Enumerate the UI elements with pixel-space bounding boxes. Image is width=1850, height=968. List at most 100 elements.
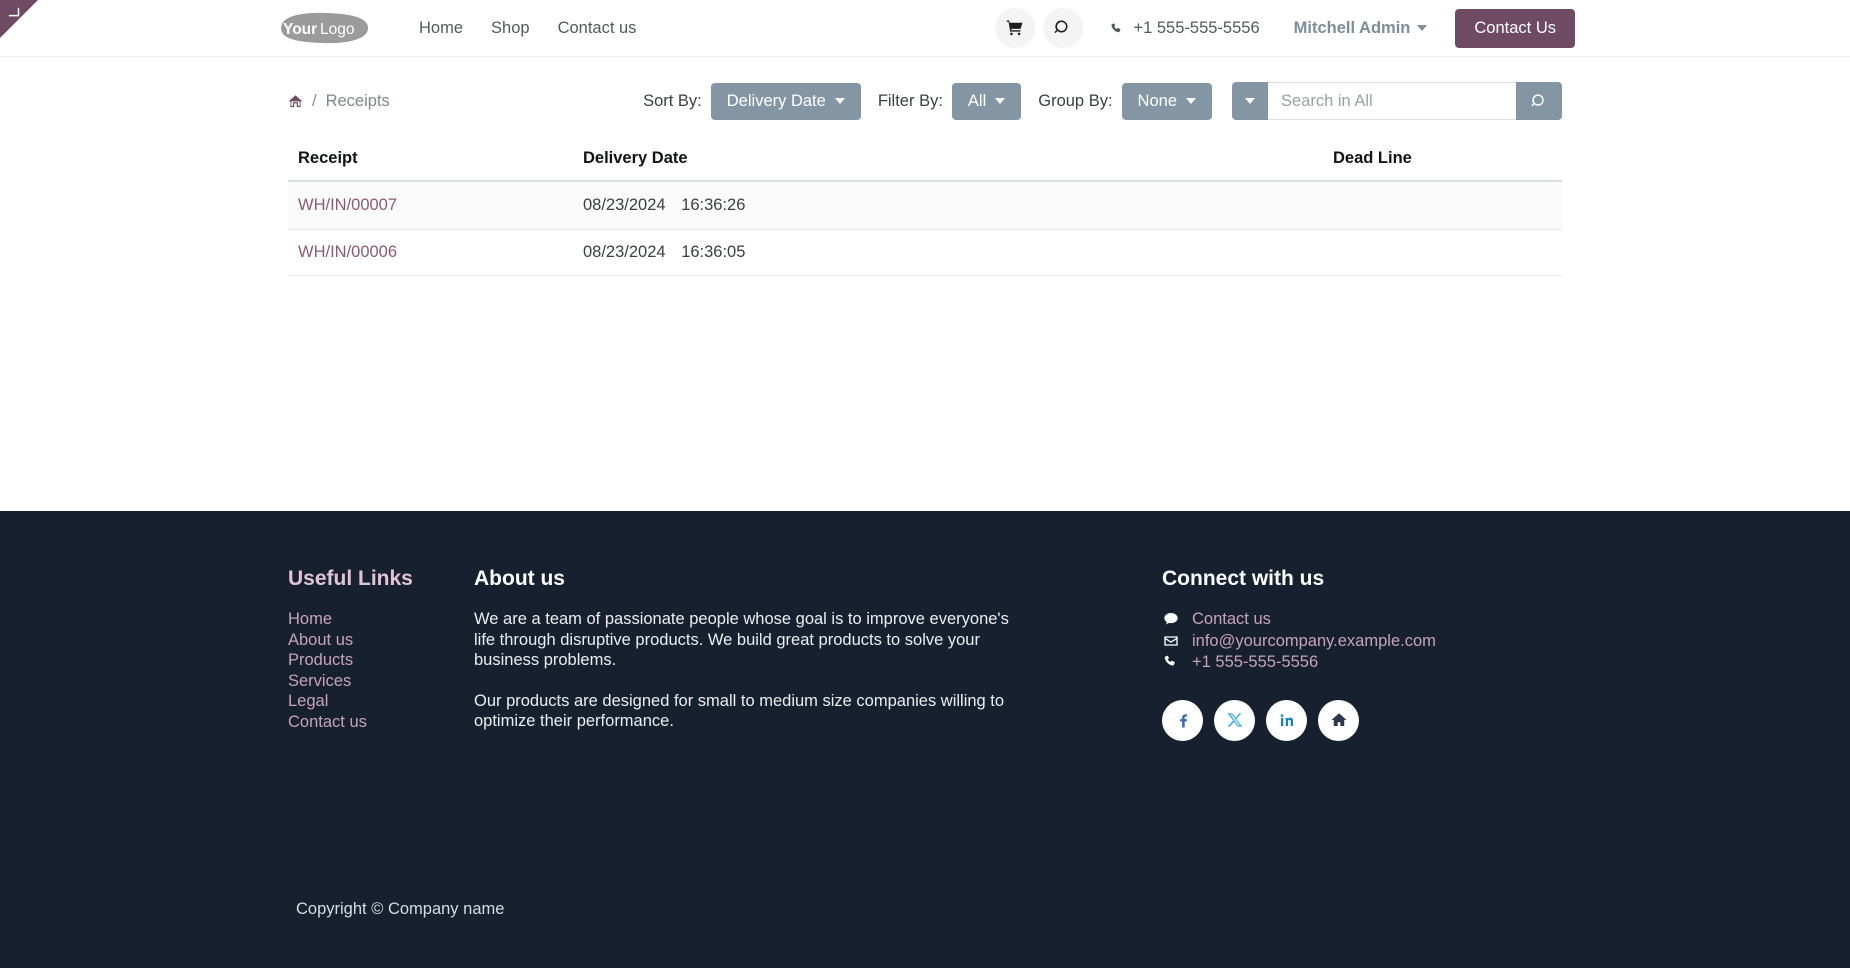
- footer-connect-heading: Connect with us: [1162, 567, 1325, 590]
- user-menu-label: Mitchell Admin: [1293, 18, 1411, 37]
- footer-link-legal[interactable]: Legal: [288, 691, 474, 712]
- cell-receipt: WH/IN/00006: [288, 229, 573, 276]
- breadcrumb-current: Receipts: [325, 91, 390, 110]
- cell-state: [1163, 229, 1323, 276]
- footer-phone-link[interactable]: +1 555-555-5556: [1192, 652, 1318, 673]
- column-header-state: [1163, 143, 1323, 182]
- search-icon: [1530, 93, 1544, 106]
- footer-useful-links: Useful Links Home About us Products Serv…: [288, 567, 474, 752]
- status-badge-label: Done: [1193, 195, 1231, 212]
- footer-contact-us-line: Contact us: [1162, 609, 1562, 630]
- cell-delivery-date: 08/23/2024 16:36:05: [573, 229, 1163, 276]
- shopping-cart-icon: [1007, 20, 1023, 36]
- breadcrumb-separator: /: [312, 91, 317, 110]
- navbar-right-group: +1 555-555-5556 Mitchell Admin Contact U…: [987, 8, 1575, 48]
- footer-link-contact-us[interactable]: Contact us: [288, 712, 474, 733]
- table-header-row: Receipt Delivery Date Dead Line: [288, 143, 1562, 182]
- social-link-home[interactable]: [1318, 699, 1359, 741]
- filter-by-label: Filter By:: [877, 91, 943, 110]
- nav-link-home[interactable]: Home: [405, 11, 477, 46]
- status-badge: Done: [1173, 195, 1231, 212]
- linkedin-icon: [1280, 714, 1293, 727]
- footer-link-home[interactable]: Home: [288, 609, 474, 630]
- table-row[interactable]: WH/IN/00006 08/23/2024 16:36:05: [288, 229, 1562, 276]
- table-head: Receipt Delivery Date Dead Line: [288, 143, 1562, 182]
- column-header-deadline[interactable]: Dead Line: [1323, 143, 1562, 182]
- footer-link-services[interactable]: Services: [288, 671, 474, 692]
- delivery-date-value: 08/23/2024: [583, 195, 666, 214]
- footer-connect: Connect with us Contact us info@yourcomp…: [1162, 567, 1562, 752]
- nav-link-contact-us[interactable]: Contact us: [544, 11, 651, 46]
- footer-email-line: info@yourcompany.example.com: [1162, 631, 1562, 652]
- footer-email-link[interactable]: info@yourcompany.example.com: [1192, 631, 1436, 652]
- cell-state: Done: [1163, 181, 1323, 230]
- svg-text:Your: Your: [283, 21, 317, 38]
- group-by-group: Group By: None: [1038, 82, 1212, 120]
- chevron-down-icon: [834, 98, 845, 104]
- delivery-date-value: 08/23/2024: [583, 242, 666, 261]
- receipt-link[interactable]: WH/IN/00007: [298, 196, 397, 214]
- list-toolbar: / Receipts Sort By: Delivery Date Filter…: [280, 77, 1570, 125]
- search-scope-dropdown[interactable]: [1232, 82, 1268, 120]
- chevron-down-icon: [995, 98, 1006, 104]
- nav-link-shop[interactable]: Shop: [477, 11, 544, 46]
- search-button[interactable]: [1043, 8, 1084, 48]
- navbar-phone[interactable]: +1 555-555-5556: [1109, 18, 1260, 38]
- toolbar-controls: Sort By: Delivery Date Filter By: All Gr…: [643, 82, 1562, 120]
- social-link-linkedin[interactable]: [1266, 699, 1307, 741]
- footer-link-about-us[interactable]: About us: [288, 630, 474, 651]
- sort-by-dropdown[interactable]: Delivery Date: [710, 82, 861, 120]
- cell-delivery-date: 08/23/2024 16:36:26: [573, 181, 1163, 230]
- filter-by-value: All: [967, 91, 987, 110]
- main-nav-links: Home Shop Contact us: [405, 11, 650, 46]
- site-footer: Useful Links Home About us Products Serv…: [0, 511, 1850, 968]
- x-twitter-icon: [1227, 713, 1242, 728]
- receipts-table: Receipt Delivery Date Dead Line WH/IN/00…: [288, 143, 1562, 276]
- sort-by-value: Delivery Date: [726, 91, 826, 110]
- shopping-cart-button[interactable]: [995, 8, 1036, 48]
- edit-corner-icon[interactable]: [7, 6, 22, 21]
- receipts-table-wrap: Receipt Delivery Date Dead Line WH/IN/00…: [280, 143, 1570, 276]
- breadcrumb-home-link[interactable]: [288, 94, 303, 109]
- home-icon: [288, 94, 303, 107]
- sort-by-label: Sort By:: [643, 91, 702, 110]
- group-by-dropdown[interactable]: None: [1121, 82, 1212, 120]
- breadcrumb: / Receipts: [288, 92, 390, 111]
- filter-by-group: Filter By: All: [877, 82, 1022, 120]
- search-input[interactable]: [1268, 82, 1516, 120]
- cell-receipt: WH/IN/00007: [288, 181, 573, 230]
- phone-icon: [1111, 22, 1121, 32]
- footer-about-paragraph-1: We are a team of passionate people whose…: [474, 610, 1009, 670]
- filter-by-dropdown[interactable]: All: [951, 82, 1022, 120]
- delivery-time-value: 16:36:05: [681, 242, 746, 261]
- svg-text:Logo: Logo: [320, 21, 354, 38]
- user-menu[interactable]: Mitchell Admin: [1294, 19, 1428, 38]
- contact-us-button[interactable]: Contact Us: [1455, 8, 1575, 48]
- footer-copyright-bar: Copyright © Company name: [280, 850, 1570, 968]
- table-row[interactable]: WH/IN/00007 08/23/2024 16:36:26 Done: [288, 181, 1562, 230]
- sort-by-group: Sort By: Delivery Date: [643, 82, 861, 120]
- navbar-phone-text: +1 555-555-5556: [1133, 18, 1260, 37]
- social-link-x-twitter[interactable]: [1214, 699, 1255, 741]
- footer-social-links: [1162, 699, 1562, 741]
- footer-contact-us-link[interactable]: Contact us: [1192, 609, 1271, 630]
- phone-icon: [1162, 654, 1180, 670]
- receipt-link[interactable]: WH/IN/00006: [298, 243, 397, 261]
- delivery-time-value: 16:36:26: [681, 195, 746, 214]
- footer-link-products[interactable]: Products: [288, 650, 474, 671]
- footer-about-paragraph-2: Our products are designed for small to m…: [474, 691, 1005, 731]
- chevron-down-icon: [1186, 98, 1196, 104]
- social-link-facebook[interactable]: [1162, 699, 1203, 741]
- comment-icon: [1162, 611, 1180, 627]
- column-header-receipt[interactable]: Receipt: [288, 143, 573, 182]
- envelope-icon: [1162, 633, 1180, 649]
- footer-links-heading: Useful Links: [288, 567, 413, 590]
- top-navbar: Your Logo Home Shop Contact us +1 555-55…: [0, 0, 1850, 57]
- column-header-delivery-date[interactable]: Delivery Date: [573, 143, 1163, 182]
- cell-deadline: [1323, 229, 1562, 276]
- search-group: [1232, 82, 1562, 120]
- check-icon: [1174, 199, 1186, 208]
- brand-logo[interactable]: Your Logo: [275, 11, 373, 45]
- search-submit-button[interactable]: [1516, 82, 1562, 120]
- chevron-down-icon: [1417, 25, 1428, 31]
